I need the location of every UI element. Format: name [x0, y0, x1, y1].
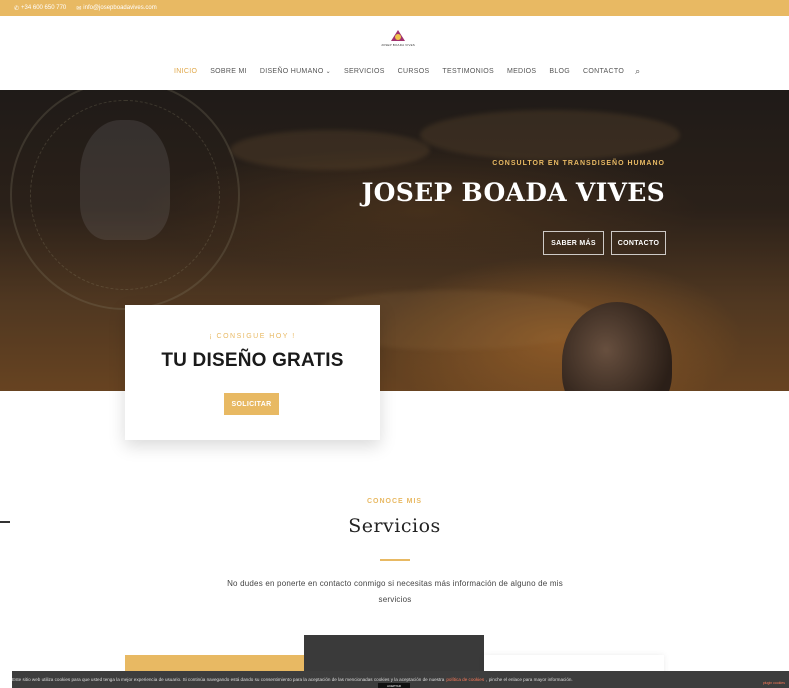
logo-text: JOSEP BOADA VIVES: [380, 43, 416, 47]
email-contact[interactable]: ✉ info@josepboadavives.com: [76, 5, 157, 12]
saber-mas-button[interactable]: Saber más: [543, 231, 604, 255]
hero-section: Consultor en Transdiseño Humano JOSEP BO…: [0, 90, 789, 391]
nav-item-sobre-mi[interactable]: Sobre mi: [210, 68, 247, 75]
cookie-policy-link[interactable]: política de cookies: [446, 677, 484, 682]
nav-item-diseno-humano-label: Diseño Humano: [259, 68, 324, 75]
promo-subtitle: ¡ Consigue hoy !: [209, 333, 296, 340]
site-logo[interactable]: JOSEP BOADA VIVES: [381, 30, 415, 52]
services-subtitle: Conoce mis: [366, 498, 423, 505]
free-design-card: ¡ Consigue hoy ! TU DISEÑO GRATIS Solici…: [125, 305, 380, 440]
mail-icon: ✉: [76, 5, 82, 12]
cookie-accept-button[interactable]: ACEPTAR: [378, 683, 410, 688]
hero-subtitle: Consultor en Transdiseño Humano: [492, 160, 665, 167]
hero-overlay: [0, 90, 789, 391]
site-header: JOSEP BOADA VIVES Inicio Sobre mi Diseño…: [0, 16, 789, 90]
nav-item-testimonios[interactable]: Testimonios: [442, 68, 494, 75]
email-address: info@josepboadavives.com: [83, 5, 157, 11]
top-contact-bar: ✆ +34 600 650 770 ✉ info@josepboadavives…: [0, 0, 789, 16]
services-title: Servicios: [348, 515, 441, 537]
search-icon[interactable]: ⌕: [635, 66, 640, 77]
phone-number: +34 600 650 770: [21, 5, 67, 11]
nav-item-inicio[interactable]: Inicio: [174, 68, 197, 75]
phone-icon: ✆: [14, 5, 20, 12]
nav-item-cursos[interactable]: Cursos: [398, 68, 430, 75]
contacto-button[interactable]: Contacto: [611, 231, 666, 255]
cookie-banner: Este sitio web utiliza cookies para que …: [12, 671, 789, 688]
nav-item-medios[interactable]: Medios: [507, 68, 536, 75]
logo-triangle-icon: [391, 30, 405, 41]
cookie-plugin-link[interactable]: plugin cookies: [763, 681, 785, 685]
nav-item-contacto[interactable]: Contacto: [583, 68, 624, 75]
nav-item-blog[interactable]: Blog: [549, 68, 570, 75]
nav-item-servicios[interactable]: Servicios: [344, 68, 385, 75]
chevron-down-icon: ⌄: [325, 69, 331, 75]
phone-contact[interactable]: ✆ +34 600 650 770: [14, 5, 66, 12]
promo-title: TU DISEÑO GRATIS: [161, 350, 344, 371]
cookie-text-after: , pinche el enlace para mayor informació…: [486, 677, 573, 682]
services-divider: [380, 559, 410, 561]
main-nav: Inicio Sobre mi Diseño Humano ⌄ Servicios…: [174, 66, 640, 77]
services-description: No dudes en ponerte en contacto conmigo …: [227, 579, 563, 604]
solicitar-button[interactable]: Solicitar: [224, 393, 279, 415]
hero-title: JOSEP BOADA VIVES: [361, 178, 665, 207]
cookie-text: Este sitio web utiliza cookies para que …: [12, 677, 445, 682]
nav-item-diseno-humano[interactable]: Diseño Humano ⌄: [260, 68, 331, 75]
